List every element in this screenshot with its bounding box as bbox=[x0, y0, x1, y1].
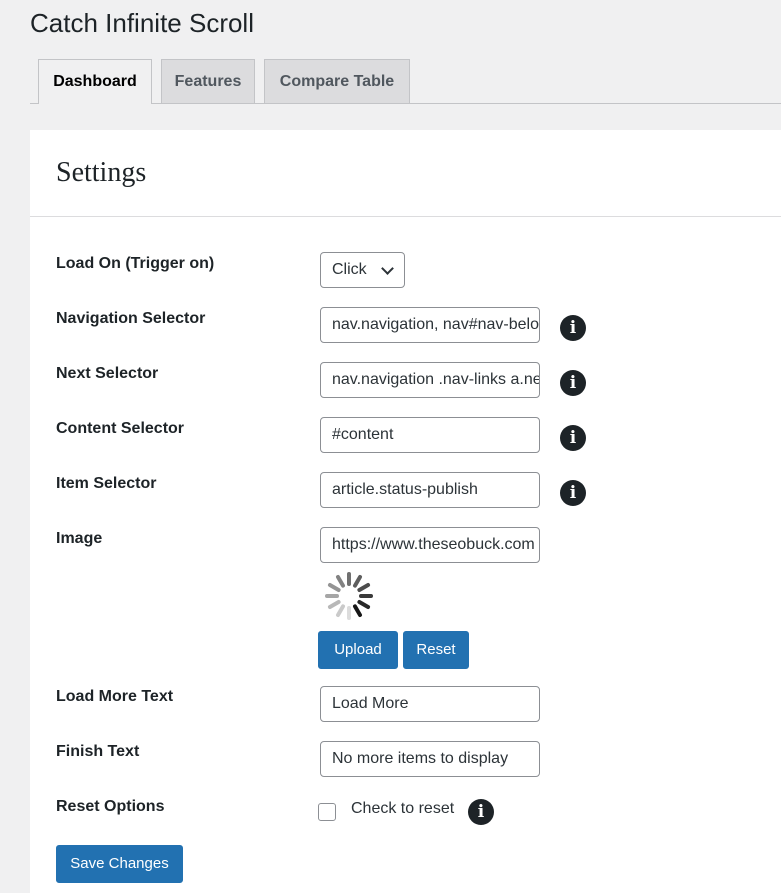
chevron-down-icon bbox=[381, 262, 394, 275]
spinner-segment bbox=[336, 574, 345, 588]
info-icon[interactable]: i bbox=[560, 480, 586, 506]
reset-checkbox[interactable] bbox=[318, 803, 336, 821]
settings-title: Settings bbox=[56, 157, 147, 188]
reset-options-label: Reset Options bbox=[56, 798, 165, 815]
next-selector-input[interactable]: nav.navigation .nav-links a.next bbox=[320, 362, 540, 398]
finish-text-label: Finish Text bbox=[56, 743, 140, 760]
spinner-segment bbox=[327, 583, 341, 592]
load-on-value: Click bbox=[332, 261, 367, 278]
spinner-segment bbox=[357, 583, 371, 592]
tab-dashboard[interactable]: Dashboard bbox=[38, 59, 152, 104]
image-url-input[interactable]: https://www.theseobuck.com bbox=[320, 527, 540, 563]
content-selector-input[interactable]: #content bbox=[320, 417, 540, 453]
load-on-select[interactable]: Click bbox=[320, 252, 405, 288]
next-selector-label: Next Selector bbox=[56, 365, 159, 382]
upload-button[interactable]: Upload bbox=[318, 631, 398, 669]
spinner-segment bbox=[353, 574, 362, 588]
load-more-text-input[interactable]: Load More bbox=[320, 686, 540, 722]
spinner-segment bbox=[336, 604, 345, 618]
spinner-segment bbox=[357, 600, 371, 609]
loading-spinner-icon bbox=[325, 572, 373, 620]
reset-checkbox-label: Check to reset bbox=[351, 800, 455, 817]
info-icon[interactable]: i bbox=[468, 799, 494, 825]
info-icon[interactable]: i bbox=[560, 315, 586, 341]
info-icon[interactable]: i bbox=[560, 425, 586, 451]
page-title: Catch Infinite Scroll bbox=[30, 8, 254, 38]
item-selector-label: Item Selector bbox=[56, 475, 157, 492]
info-icon[interactable]: i bbox=[560, 370, 586, 396]
settings-card: Settings bbox=[30, 130, 781, 893]
spinner-segment bbox=[353, 604, 362, 618]
card-header: Settings bbox=[30, 130, 781, 217]
finish-text-input[interactable]: No more items to display bbox=[320, 741, 540, 777]
spinner-segment bbox=[327, 600, 341, 609]
load-more-text-label: Load More Text bbox=[56, 688, 174, 705]
item-selector-input[interactable]: article.status-publish bbox=[320, 472, 540, 508]
navigation-selector-input[interactable]: nav.navigation, nav#nav-below bbox=[320, 307, 540, 343]
tab-compare-table[interactable]: Compare Table bbox=[264, 59, 410, 103]
content-selector-label: Content Selector bbox=[56, 420, 185, 437]
image-label: Image bbox=[56, 530, 103, 547]
load-on-label: Load On (Trigger on) bbox=[56, 255, 215, 272]
save-changes-button[interactable]: Save Changes bbox=[56, 845, 183, 883]
tab-features[interactable]: Features bbox=[161, 59, 255, 103]
image-reset-button[interactable]: Reset bbox=[403, 631, 469, 669]
navigation-selector-label: Navigation Selector bbox=[56, 310, 206, 327]
